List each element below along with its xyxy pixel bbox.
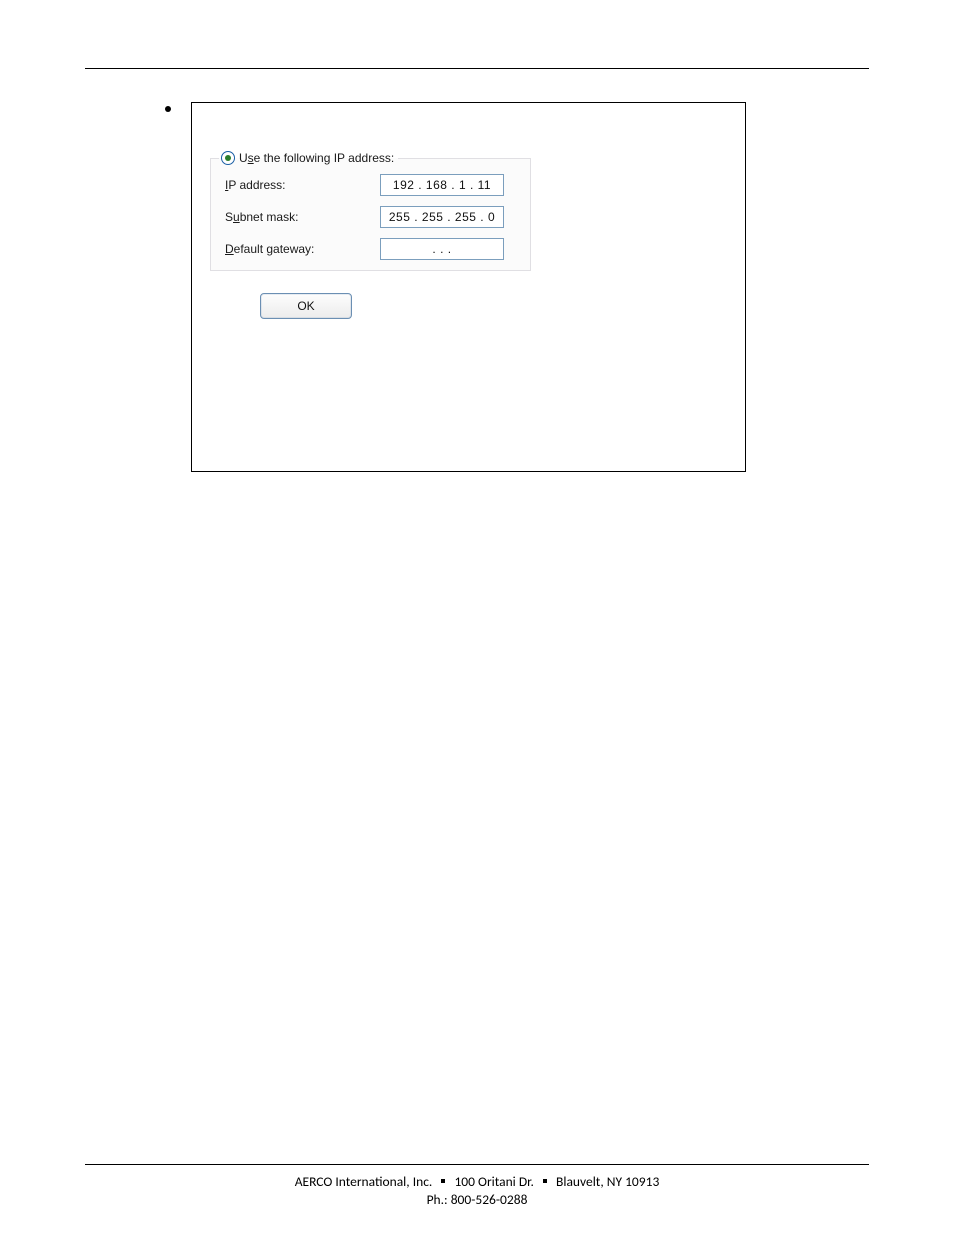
dot-separator-icon: [441, 1179, 445, 1183]
default-gateway-row: Default gateway: . . .: [225, 238, 520, 260]
label-seg: U: [239, 151, 248, 165]
footer-phone: Ph.: 800-526-0288: [427, 1191, 528, 1208]
footer-rule: [85, 1164, 869, 1165]
footer-city: Blauvelt, NY 10913: [556, 1173, 659, 1190]
group-border-seg: [211, 158, 219, 159]
bullet-icon: [165, 106, 171, 112]
mnemonic-underline: D: [225, 242, 234, 256]
default-gateway-field[interactable]: . . .: [380, 238, 504, 260]
page-header-rule: [85, 20, 869, 69]
label-seg: S: [225, 210, 233, 224]
subnet-mask-row: Subnet mask: 255 . 255 . 255 . 0: [225, 206, 520, 228]
label-seg: efault gateway:: [234, 242, 315, 256]
dot-separator-icon: [543, 1179, 547, 1183]
page-body: Use the following IP address: IP address…: [110, 100, 844, 472]
ip-settings-group: Use the following IP address: IP address…: [210, 158, 531, 271]
subnet-mask-label: Subnet mask:: [225, 210, 380, 224]
use-following-ip-radio[interactable]: [221, 151, 235, 165]
default-gateway-label: Default gateway:: [225, 242, 380, 256]
use-following-ip-label: Use the following IP address:: [239, 151, 398, 165]
ip-address-row: IP address: 192 . 168 . 1 . 11: [225, 174, 520, 196]
bullet-row: Use the following IP address: IP address…: [165, 100, 844, 472]
radio-dot-icon: [225, 155, 231, 161]
ip-address-label: IP address:: [225, 178, 380, 192]
group-top: Use the following IP address:: [211, 151, 530, 165]
ok-button[interactable]: OK: [260, 293, 352, 319]
footer-text: AERCO International, Inc. 100 Oritani Dr…: [0, 1173, 954, 1209]
footer-address: 100 Oritani Dr.: [454, 1173, 533, 1190]
label-seg: bnet mask:: [240, 210, 299, 224]
figure-box: Use the following IP address: IP address…: [191, 102, 746, 472]
footer-company: AERCO International, Inc.: [295, 1173, 433, 1190]
subnet-mask-field[interactable]: 255 . 255 . 255 . 0: [380, 206, 504, 228]
label-seg: P address:: [228, 178, 285, 192]
label-seg: e the following IP address:: [254, 151, 395, 165]
mnemonic-underline: u: [233, 210, 240, 224]
footer-line-2: Ph.: 800-526-0288: [0, 1191, 954, 1209]
footer-line-1: AERCO International, Inc. 100 Oritani Dr…: [0, 1173, 954, 1191]
group-border-seg: [398, 158, 530, 159]
ip-address-field[interactable]: 192 . 168 . 1 . 11: [380, 174, 504, 196]
